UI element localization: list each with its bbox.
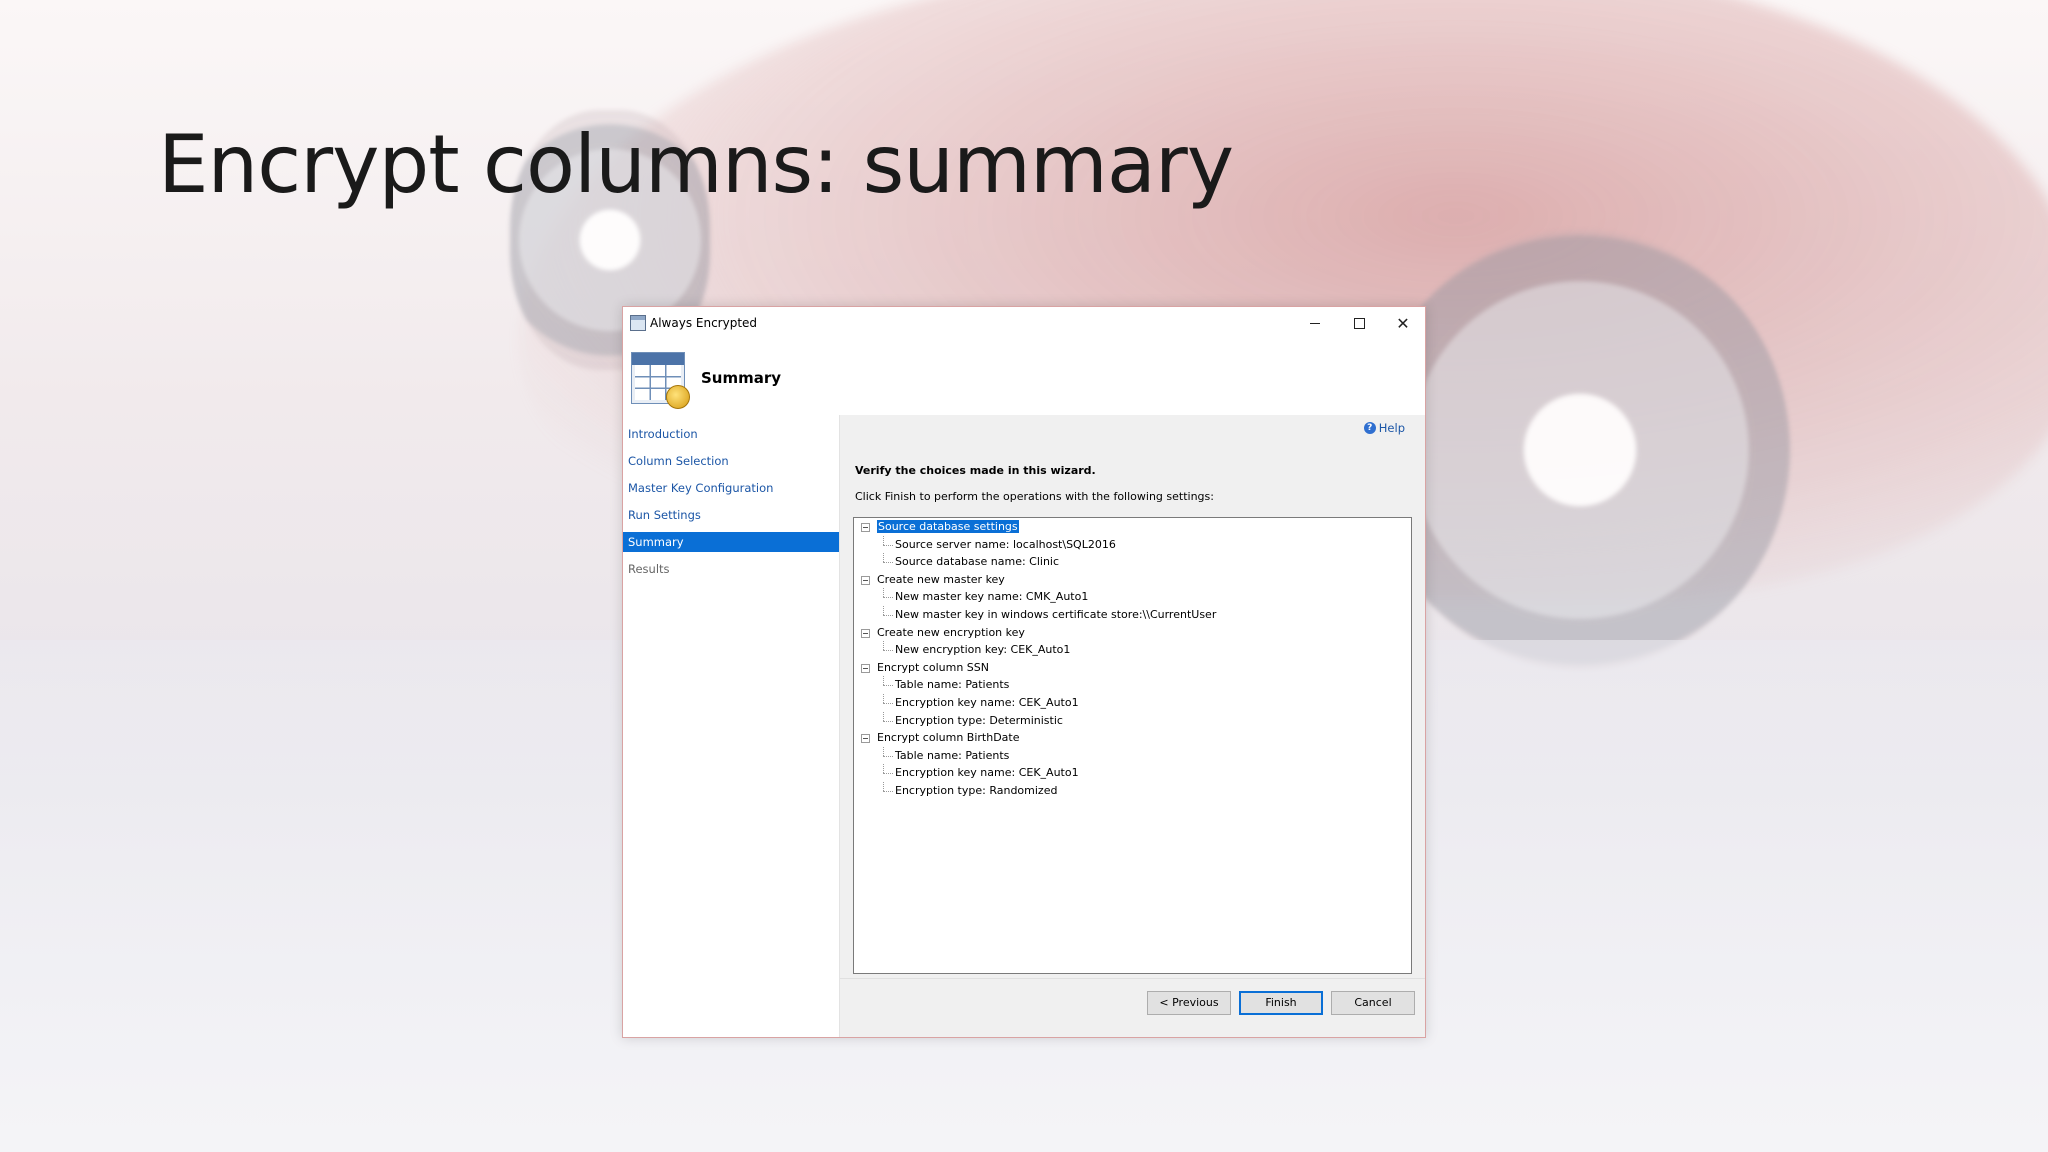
- sidebar-item-column-selection[interactable]: Column Selection: [623, 451, 839, 471]
- cancel-button[interactable]: Cancel: [1331, 991, 1415, 1015]
- title-bar[interactable]: Always Encrypted ✕: [623, 307, 1425, 339]
- summary-content: ? Help Verify the choices made in this w…: [840, 415, 1425, 1037]
- car-wheel-front: [1370, 230, 1790, 670]
- tree-group-encrypt-ssn[interactable]: Encrypt column SSN: [854, 659, 1411, 677]
- tree-group-source-database[interactable]: Source database settings: [854, 518, 1411, 536]
- collapse-icon[interactable]: [861, 523, 870, 532]
- tree-leaf[interactable]: Table name: Patients: [854, 676, 1411, 694]
- collapse-icon[interactable]: [861, 575, 870, 585]
- settings-tree[interactable]: Source database settings Source server n…: [853, 517, 1412, 974]
- maximize-button[interactable]: [1337, 307, 1381, 339]
- maximize-icon: [1353, 317, 1365, 329]
- help-label: Help: [1378, 421, 1405, 435]
- app-icon: [630, 315, 646, 331]
- instruction-text: Click Finish to perform the operations w…: [855, 490, 1214, 503]
- tree-node-label[interactable]: Encrypt column SSN: [877, 661, 989, 674]
- sidebar-item-master-key-configuration[interactable]: Master Key Configuration: [623, 478, 839, 498]
- tree-leaf[interactable]: Source database name: Clinic: [854, 553, 1411, 571]
- finish-button[interactable]: Finish: [1239, 991, 1323, 1015]
- verify-text: Verify the choices made in this wizard.: [855, 464, 1096, 477]
- sidebar-item-introduction[interactable]: Introduction: [623, 424, 839, 444]
- collapse-icon[interactable]: [861, 628, 870, 638]
- minimize-button[interactable]: [1293, 307, 1337, 339]
- table-key-icon: [631, 352, 690, 409]
- tree-leaf[interactable]: Encryption type: Randomized: [854, 781, 1411, 800]
- previous-button[interactable]: < Previous: [1147, 991, 1231, 1015]
- tree-leaf[interactable]: Encryption type: Deterministic: [854, 711, 1411, 730]
- collapse-icon[interactable]: [861, 734, 870, 744]
- tree-leaf[interactable]: New encryption key: CEK_Auto1: [854, 641, 1411, 659]
- help-icon: ?: [1363, 422, 1376, 434]
- tree-leaf[interactable]: Table name: Patients: [854, 746, 1411, 765]
- always-encrypted-dialog: Always Encrypted ✕ Summary Introduction …: [622, 306, 1426, 1038]
- slide-title: Encrypt columns: summary: [158, 118, 1234, 211]
- tree-node-label[interactable]: Create new master key: [877, 573, 1005, 586]
- sidebar-item-run-settings[interactable]: Run Settings: [623, 505, 839, 525]
- tree-leaf[interactable]: Encryption key name: CEK_Auto1: [854, 693, 1411, 712]
- tree-leaf[interactable]: New master key in windows certificate st…: [854, 605, 1411, 624]
- collapse-icon[interactable]: [861, 663, 870, 673]
- tree-node-label[interactable]: Encrypt column BirthDate: [877, 731, 1019, 744]
- tree-node-label[interactable]: Source database settings: [877, 520, 1019, 533]
- tree-group-encrypt-birthdate[interactable]: Encrypt column BirthDate: [854, 729, 1411, 747]
- minimize-icon: [1310, 322, 1320, 324]
- page-heading: Summary: [701, 369, 782, 387]
- sidebar-item-results: Results: [628, 562, 670, 576]
- tree-group-encryption-key[interactable]: Create new encryption key: [854, 624, 1411, 642]
- tree-leaf[interactable]: New master key name: CMK_Auto1: [854, 588, 1411, 606]
- window-title: Always Encrypted: [650, 316, 758, 330]
- tree-node-label[interactable]: Create new encryption key: [877, 626, 1025, 639]
- tree-group-master-key[interactable]: Create new master key: [854, 571, 1411, 589]
- help-link[interactable]: ? Help: [1363, 421, 1405, 435]
- wizard-header: Summary: [623, 343, 1425, 413]
- wizard-steps-sidebar: Introduction Column Selection Master Key…: [623, 415, 840, 1037]
- close-icon: ✕: [1396, 313, 1410, 333]
- close-button[interactable]: ✕: [1381, 307, 1425, 339]
- tree-leaf[interactable]: Source server name: localhost\SQL2016: [854, 535, 1411, 554]
- button-bar: < Previous Finish Cancel: [840, 978, 1425, 1037]
- sidebar-item-summary[interactable]: Summary: [623, 532, 839, 552]
- tree-leaf[interactable]: Encryption key name: CEK_Auto1: [854, 764, 1411, 782]
